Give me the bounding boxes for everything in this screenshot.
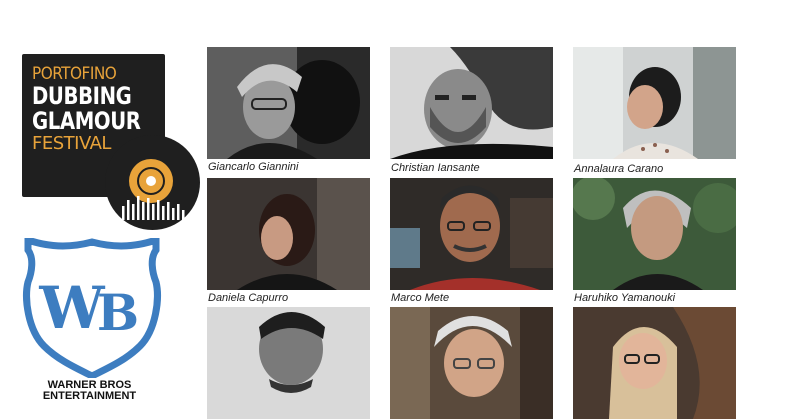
wb-shield-icon: W B <box>23 235 161 380</box>
sound-wave-icon <box>122 196 185 220</box>
person-name: Giancarlo Giannini <box>208 161 299 173</box>
person-photo <box>390 178 553 290</box>
warner-bros-logo: W B WARNER BROS ENTERTAINMENT <box>22 235 172 402</box>
person-photo <box>207 47 370 159</box>
festival-logo-line-1: PORTOFINO <box>32 64 117 84</box>
svg-text:W: W <box>38 274 105 342</box>
person-photo <box>390 307 553 419</box>
festival-logo-text: PORTOFINO DUBBING GLAMOUR FESTIVAL <box>32 66 164 153</box>
person-photo <box>207 178 370 290</box>
person-name: Annalaura Carano <box>574 163 664 175</box>
person-name: Christian Iansante <box>391 162 480 174</box>
person-photo <box>207 307 370 419</box>
person-photo <box>390 47 553 159</box>
person-photo <box>573 178 736 290</box>
person-photo <box>573 307 736 419</box>
festival-logo-line-4: FESTIVAL <box>32 133 111 154</box>
person-photo <box>573 47 736 159</box>
festival-logo-line-3: GLAMOUR <box>32 107 141 135</box>
person-name: Marco Mete <box>391 292 450 304</box>
festival-logo: PORTOFINO DUBBING GLAMOUR FESTIVAL <box>22 54 200 230</box>
person-name: Haruhiko Yamanouki <box>574 292 676 304</box>
festival-logo-line-2: DUBBING <box>32 82 132 110</box>
person-name: Daniela Capurro <box>208 292 289 304</box>
wb-caption-line-2: ENTERTAINMENT <box>42 390 137 402</box>
svg-text:B: B <box>97 283 139 342</box>
